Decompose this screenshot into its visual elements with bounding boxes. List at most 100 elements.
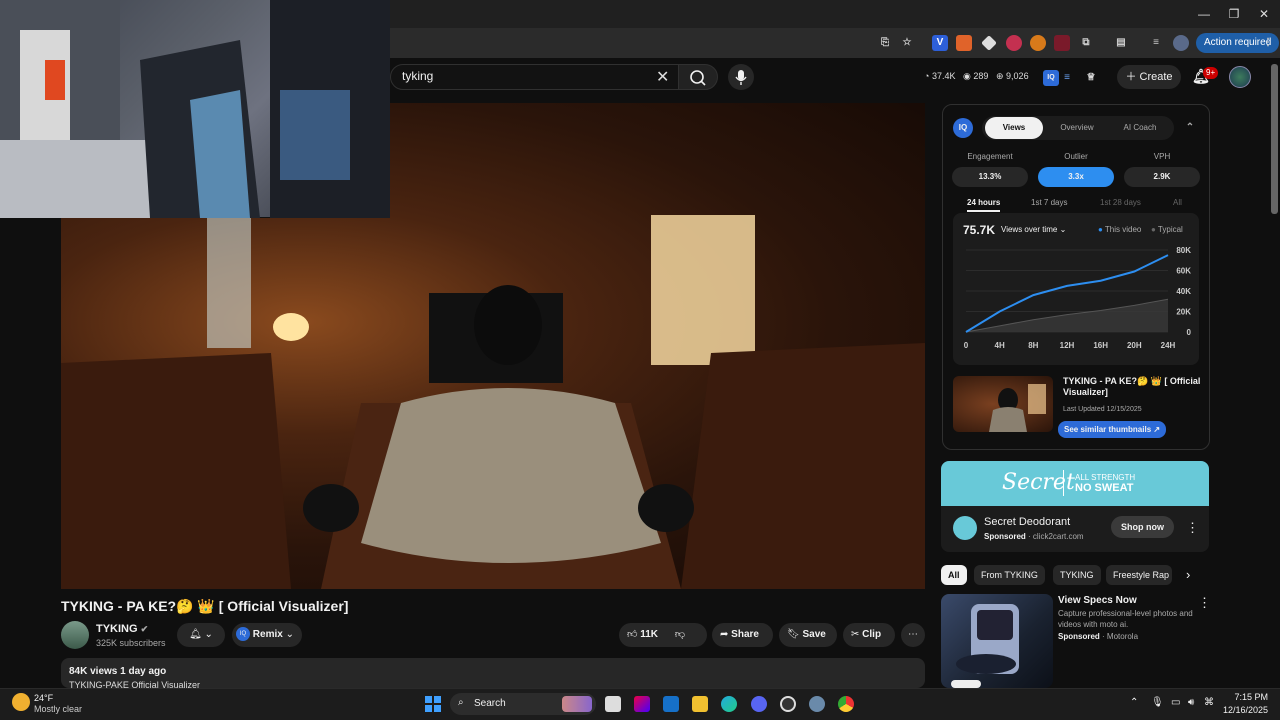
search-button[interactable] [678,64,718,90]
display-tray-icon[interactable]: ▭ [1171,697,1180,708]
profile-icon[interactable] [1173,35,1189,51]
channel-name[interactable]: TYKING ✔ [96,623,148,635]
user-avatar[interactable] [1229,66,1251,88]
dropdown-label: Views over time [1001,225,1058,234]
speaker-tray-icon[interactable]: 🔊︎ [1188,697,1194,708]
chart-y-tick-label: 40K [1176,287,1191,296]
settings-gear-icon[interactable] [809,696,825,712]
channel-avatar[interactable] [61,621,89,649]
save-button[interactable]: 🔖︎ Save [779,623,837,647]
media-control-icon[interactable]: ≡ [1148,35,1164,51]
time-tab-28-days[interactable]: 1st 28 days [1100,198,1141,207]
page-scrollbar[interactable] [1271,64,1278,214]
bookmark-star-icon[interactable]: ☆ [899,35,915,51]
suggested-sponsor-line: Sponsored · Motorola [1058,632,1138,641]
notification-count-badge: 9+ [1203,67,1219,79]
windows-start-icon[interactable] [425,696,441,717]
weather-icon[interactable] [12,693,30,711]
dislike-button[interactable]: 👎︎ [675,629,685,640]
remix-button[interactable]: IQ Remix ⌄ [232,623,302,647]
obs-icon[interactable] [780,696,796,712]
install-app-icon[interactable]: ⎘ [877,35,893,51]
search-input[interactable] [390,64,680,90]
metric-engagement-value[interactable]: 13.3% [952,167,1028,187]
minimize-icon[interactable]: — [1196,6,1212,22]
search-input-value[interactable]: tyking [402,69,433,83]
chevron-down-icon: ⌄ [204,629,213,640]
extension-gold-icon[interactable] [1030,35,1046,51]
tab-ai-coach[interactable]: AI Coach [1112,116,1168,140]
collapse-chevron-icon[interactable]: ⌃ [1182,120,1198,136]
extension-vidiq-icon[interactable]: V [932,35,948,51]
last-updated: Last Updated 12/15/2025 [1063,406,1142,413]
like-count: 11K [640,629,659,640]
metric-outlier-value[interactable]: 3.3x [1038,167,1114,187]
outlook-icon[interactable] [663,696,679,712]
extension-dark-icon[interactable] [1054,35,1070,51]
metric-vph-label: VPH [1153,152,1171,161]
network-tray-icon[interactable]: ⌘ [1204,697,1214,708]
chip-freestyle-rap[interactable]: Freestyle Rap [1106,565,1172,585]
time-tab-24-hours[interactable]: 24 hours [967,198,1001,212]
maximize-icon[interactable]: ❐ [1226,6,1242,22]
see-similar-thumbnails-button[interactable]: See similar thumbnails ↗ [1058,421,1167,438]
webcam-overlay [0,0,390,218]
menu-kebab-icon[interactable]: ⋮ [1260,35,1276,51]
like-button[interactable]: 👍︎ 11K [627,629,658,640]
microphone-tray-icon[interactable]: 🎙︎ [1151,697,1164,708]
share-button[interactable]: ➦ Share [712,623,773,647]
task-view-icon[interactable] [605,696,621,712]
phone-image [951,604,1019,688]
file-explorer-icon[interactable] [692,696,708,712]
suggested-thumbnail[interactable] [941,594,1053,688]
chip-all[interactable]: All [941,565,967,585]
metric-vph-value[interactable]: 2.9K [1124,167,1200,187]
trophy-icon[interactable]: ♕ [1083,70,1099,86]
windows-logo-icon [425,696,441,712]
chart-x-tick-label: 8H [1028,341,1038,350]
chip-from-tyking[interactable]: From TYKING [974,565,1045,585]
clip-button[interactable]: ✂ Clip [843,623,895,647]
chrome-icon[interactable] [838,696,854,712]
extension-red-icon[interactable] [1006,35,1022,51]
tab-views[interactable]: Views [985,117,1043,139]
legend-dot-blue: ● [1098,225,1103,234]
suggested-more-icon[interactable]: ⋮ [1198,595,1211,611]
time-tab-all[interactable]: All [1173,198,1182,207]
extension-orange-icon[interactable] [956,35,972,51]
sidebar-icon[interactable]: ▤ [1113,35,1129,51]
legend-typical: ● Typical [1151,225,1183,234]
suggested-title[interactable]: View Specs Now [1058,595,1137,606]
channel-name-text[interactable]: TYKING [96,623,138,635]
chart-x-tick-label: 20H [1127,341,1142,350]
time-tab-7-days[interactable]: 1st 7 days [1031,198,1067,207]
close-icon[interactable]: ✕ [1256,6,1272,22]
ad-sponsor-line: Sponsored · click2cart.com [984,532,1084,541]
list-icon[interactable]: ≡ [1059,70,1075,86]
chart-y-tick-label: 0 [1187,328,1192,337]
shop-now-button[interactable]: Shop now [1111,516,1174,538]
tab-overview[interactable]: Overview [1049,116,1105,140]
ad-more-icon[interactable]: ⋮ [1186,520,1199,536]
taskbar-date[interactable]: 12/16/2025 [1220,705,1268,715]
clear-search-icon[interactable]: ✕ [656,67,669,87]
subscribe-bell-button[interactable]: 🔔︎ ⌄ [177,623,225,647]
stat-comments: ⊕ 9,026 [996,71,1029,81]
similar-label: See similar thumbnails [1064,425,1152,434]
voice-search-button[interactable] [728,64,754,90]
create-button[interactable]: ＋ Create [1117,65,1181,89]
save-label: Save [802,629,826,640]
edge-icon[interactable] [721,696,737,712]
tray-chevron-icon[interactable]: ⌃ [1130,697,1138,708]
chip-tyking[interactable]: TYKING [1053,565,1101,585]
copilot-icon[interactable] [634,696,650,712]
puzzle-icon[interactable]: ⧉ [1078,35,1094,51]
chips-next-chevron-icon[interactable]: › [1186,567,1190,582]
taskbar-time[interactable]: 7:15 PM [1226,692,1268,702]
more-actions-button[interactable]: ⋯ [901,623,925,647]
discord-icon[interactable] [751,696,767,712]
vidiq-header-icon[interactable]: IQ [1043,70,1059,86]
views-over-time-dropdown[interactable]: Views over time ⌄ [1001,225,1066,234]
video-thumbnail[interactable] [953,376,1053,432]
search-highlight-image [562,696,592,712]
